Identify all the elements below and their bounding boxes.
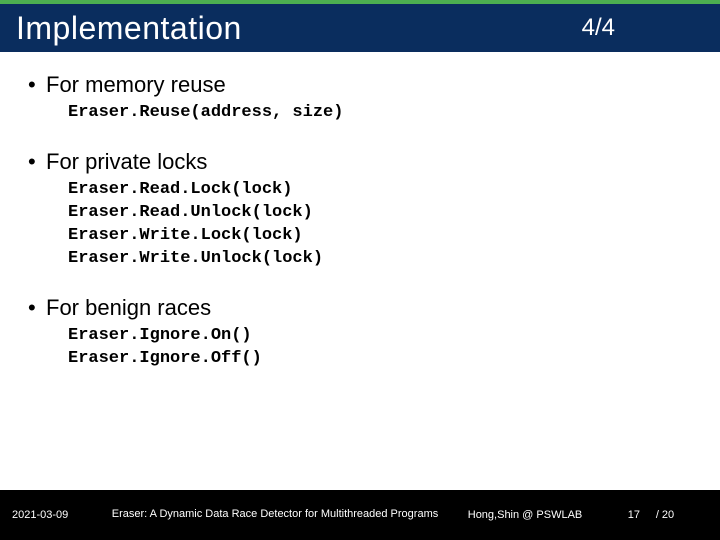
slide-content: For memory reuse Eraser.Reuse(address, s… <box>0 52 720 371</box>
footer-page-number: 17 <box>600 509 640 521</box>
bullet-benign-races: For benign races <box>28 295 692 321</box>
code-private-locks: Eraser.Read.Lock(lock) Eraser.Read.Unloc… <box>68 179 692 271</box>
slide-footer: 2021-03-09 Eraser: A Dynamic Data Race D… <box>0 490 720 540</box>
code-line: Eraser.Write.Lock(lock) <box>68 225 692 248</box>
footer-title: Eraser: A Dynamic Data Race Detector for… <box>100 508 450 522</box>
bullet-private-locks: For private locks <box>28 149 692 175</box>
code-line: Eraser.Read.Lock(lock) <box>68 179 692 202</box>
slide-page-indicator: 4/4 <box>582 14 615 42</box>
footer-total-pages: / 20 <box>640 509 690 521</box>
footer-author: Hong,Shin @ PSWLAB <box>450 509 600 521</box>
code-line: Eraser.Read.Unlock(lock) <box>68 202 692 225</box>
code-line: Eraser.Write.Unlock(lock) <box>68 248 692 271</box>
footer-date: 2021-03-09 <box>0 509 100 521</box>
slide-title: Implementation <box>16 10 242 47</box>
code-line: Eraser.Ignore.On() <box>68 325 692 348</box>
code-benign-races: Eraser.Ignore.On() Eraser.Ignore.Off() <box>68 325 692 371</box>
bullet-memory-reuse: For memory reuse <box>28 72 692 98</box>
code-line: Eraser.Reuse(address, size) <box>68 102 692 125</box>
code-line: Eraser.Ignore.Off() <box>68 348 692 371</box>
code-memory-reuse: Eraser.Reuse(address, size) <box>68 102 692 125</box>
slide-header: Implementation 4/4 <box>0 0 720 52</box>
